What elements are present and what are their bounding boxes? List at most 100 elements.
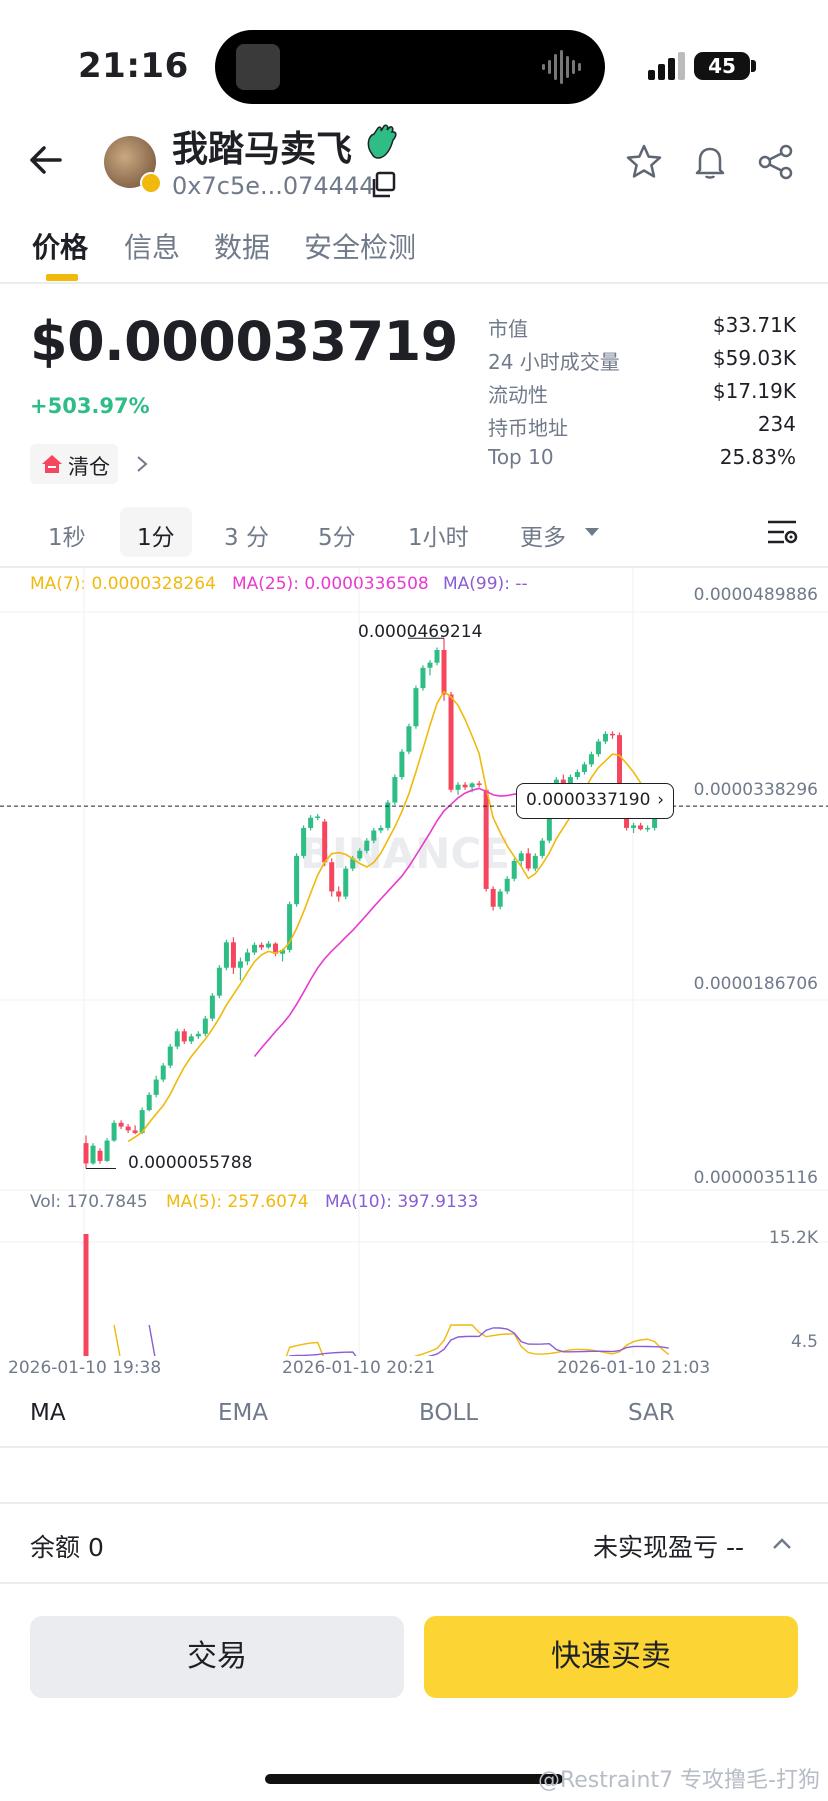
- interval-1s[interactable]: 1秒: [48, 518, 86, 552]
- battery-nub: [751, 60, 756, 72]
- candlestick-chart[interactable]: BINANCE: [0, 566, 828, 1356]
- candle-body: [266, 943, 272, 948]
- stat-label-24h-volume: 24 小时成交量: [488, 350, 620, 374]
- candle-body: [617, 735, 623, 788]
- stat-value-24h-volume: $59.03K: [712, 346, 796, 370]
- tab-info[interactable]: 信息: [124, 226, 180, 266]
- audio-wave-icon: [542, 50, 581, 84]
- bell-icon[interactable]: [690, 142, 730, 182]
- trade-button[interactable]: 交易: [30, 1616, 404, 1698]
- candle-body: [322, 821, 328, 863]
- candle-body: [237, 961, 243, 968]
- candle-body: [476, 783, 482, 785]
- candle-body: [125, 1126, 131, 1131]
- candle-body: [427, 662, 433, 668]
- candle-body: [399, 751, 405, 778]
- indicator-tab-sar[interactable]: SAR: [628, 1400, 675, 1426]
- candle-body: [469, 783, 475, 788]
- caret-down-icon[interactable]: [584, 526, 600, 538]
- token-name: 我踏马卖飞: [172, 129, 353, 170]
- indicator-tab-boll[interactable]: BOLL: [419, 1400, 478, 1426]
- candle-body: [434, 649, 440, 663]
- candle-body: [581, 764, 587, 772]
- stat-value-liquidity: $17.19K: [712, 379, 796, 403]
- favorite-star-icon[interactable]: [624, 142, 664, 182]
- tab-price[interactable]: 价格: [32, 226, 88, 266]
- candle-body: [251, 944, 257, 953]
- chart-settings-icon[interactable]: [766, 518, 798, 546]
- candle-body: [638, 825, 644, 830]
- indicator-divider: [0, 1446, 828, 1448]
- volume-legend: Vol: 170.7845: [30, 1192, 148, 1212]
- candle-body: [97, 1150, 103, 1161]
- candle-body: [588, 754, 594, 765]
- candle-body: [378, 827, 384, 831]
- volume-ma10-legend: MA(10): 397.9133: [325, 1192, 479, 1212]
- candle-body: [511, 860, 517, 879]
- quick-trade-button[interactable]: 快速买卖: [424, 1616, 798, 1698]
- candle-body: [90, 1145, 96, 1164]
- candle-body: [111, 1122, 117, 1141]
- chevron-up-icon[interactable]: [770, 1534, 794, 1554]
- chevron-right-icon[interactable]: [134, 452, 150, 476]
- footer-watermark: @Restraint7 专攻撸毛-打狗: [537, 1768, 820, 1793]
- volume-ma10-line: [148, 1324, 669, 1356]
- home-indicator: [265, 1774, 563, 1784]
- low-price-label: 0.0000055788: [128, 1153, 253, 1173]
- candle-body: [497, 891, 503, 907]
- interval-1m[interactable]: 1分: [137, 518, 175, 552]
- interval-more[interactable]: 更多: [520, 518, 566, 552]
- candle-body: [504, 878, 510, 892]
- current-price-callout[interactable]: 0.0000337190 ›: [516, 783, 674, 819]
- candle-body: [167, 1046, 173, 1066]
- time-axis-label-3: 2026-01-10 21:03: [557, 1358, 711, 1378]
- ma7-line: [127, 690, 663, 1143]
- volume-bar: [83, 1234, 89, 1356]
- candle-body: [364, 840, 370, 851]
- candle-body: [574, 771, 580, 778]
- copy-icon[interactable]: [368, 170, 398, 200]
- current-price-callout-value: 0.0000337190: [526, 790, 651, 810]
- tab-data[interactable]: 数据: [214, 226, 270, 266]
- candle-body: [83, 1143, 89, 1164]
- balance-bottom-divider: [0, 1582, 828, 1584]
- stat-label-liquidity: 流动性: [488, 383, 548, 407]
- candle-body: [174, 1031, 180, 1047]
- candle-body: [160, 1065, 166, 1080]
- candle-body: [118, 1122, 124, 1127]
- stat-label-market-cap: 市值: [488, 317, 528, 341]
- candle-body: [209, 995, 215, 1019]
- candle-body: [132, 1130, 138, 1133]
- tab-security-check[interactable]: 安全检测: [304, 226, 416, 266]
- candle-body: [645, 827, 651, 830]
- indicator-tab-ema[interactable]: EMA: [218, 1400, 268, 1426]
- cellular-signal-icon: [648, 52, 685, 80]
- volume-axis-label-top: 15.2K: [769, 1228, 818, 1248]
- candle-body: [195, 1033, 201, 1037]
- stat-value-top10: 25.83%: [719, 445, 796, 469]
- interval-3m[interactable]: 3 分: [224, 518, 269, 552]
- interval-1h[interactable]: 1小时: [408, 518, 469, 552]
- candle-body: [104, 1140, 110, 1161]
- candle-body: [610, 733, 615, 736]
- candle-body: [315, 816, 321, 818]
- candle-body: [308, 817, 314, 828]
- back-arrow-icon[interactable]: [26, 140, 66, 180]
- candle-body: [448, 694, 454, 790]
- interval-5m[interactable]: 5分: [318, 518, 356, 552]
- unrealized-pnl: 未实现盈亏 --: [593, 1533, 744, 1562]
- indicator-tab-ma[interactable]: MA: [30, 1400, 66, 1426]
- battery-indicator: 45: [694, 52, 750, 80]
- candle-body: [441, 649, 447, 695]
- candle-body: [223, 942, 229, 968]
- share-icon[interactable]: [756, 142, 796, 182]
- candle-body: [371, 830, 377, 841]
- time-axis-label-2: 2026-01-10 20:21: [282, 1358, 436, 1378]
- candle-body: [146, 1094, 152, 1111]
- waving-hand-icon: [367, 124, 397, 159]
- stat-label-holders: 持币地址: [488, 416, 568, 440]
- candle-body: [532, 855, 538, 869]
- balance-top-divider: [0, 1502, 828, 1504]
- candle-body: [631, 825, 637, 828]
- candle-body: [153, 1079, 159, 1095]
